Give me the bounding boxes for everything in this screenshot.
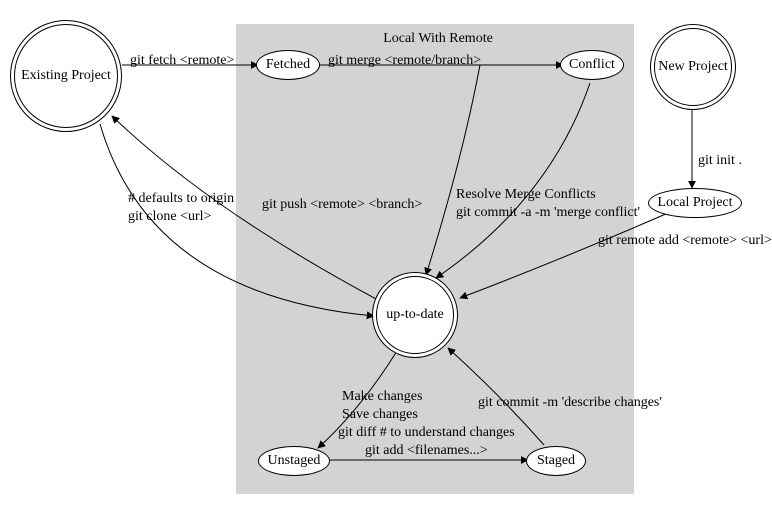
node-fetched: Fetched (256, 50, 320, 80)
node-existing-project: Existing Project (10, 20, 122, 132)
edge-resolve (436, 83, 590, 278)
edge-label-push: git push <remote> <branch> (262, 196, 422, 214)
node-label: Fetched (262, 57, 314, 73)
edge-label-resolve: Resolve Merge Conflicts git commit -a -m… (456, 186, 640, 221)
edge-label-remote-add: git remote add <remote> <url> (598, 232, 772, 250)
node-label: Staged (533, 453, 579, 469)
node-local-project: Local Project (648, 188, 742, 218)
node-label: Unstaged (264, 453, 325, 469)
node-unstaged: Unstaged (258, 446, 330, 476)
edge-label-add: git diff # to understand changes git add… (338, 424, 515, 459)
node-label: Conflict (565, 57, 619, 73)
edge-label-init: git init . (698, 152, 742, 170)
edge-remote-add (460, 213, 668, 298)
node-label: Local Project (653, 195, 736, 211)
node-conflict: Conflict (560, 50, 624, 80)
edge-label-commit: git commit -m 'describe changes' (478, 394, 662, 412)
diagram-canvas: Local With Remote Existing Project (0, 0, 772, 510)
node-new-project: New Project (650, 24, 736, 110)
node-label: up-to-date (382, 307, 448, 323)
node-label: New Project (654, 59, 732, 75)
edge-label-fetch: git fetch <remote> (130, 52, 234, 70)
node-staged: Staged (526, 446, 586, 476)
edge-label-clone: # defaults to origin git clone <url> (128, 190, 234, 225)
edge-merge-uptodate (426, 65, 480, 275)
edge-label-make: Make changes Save changes (342, 388, 422, 423)
node-label: Existing Project (17, 68, 115, 84)
edge-label-merge: git merge <remote/branch> (328, 52, 481, 70)
node-up-to-date: up-to-date (372, 272, 458, 358)
